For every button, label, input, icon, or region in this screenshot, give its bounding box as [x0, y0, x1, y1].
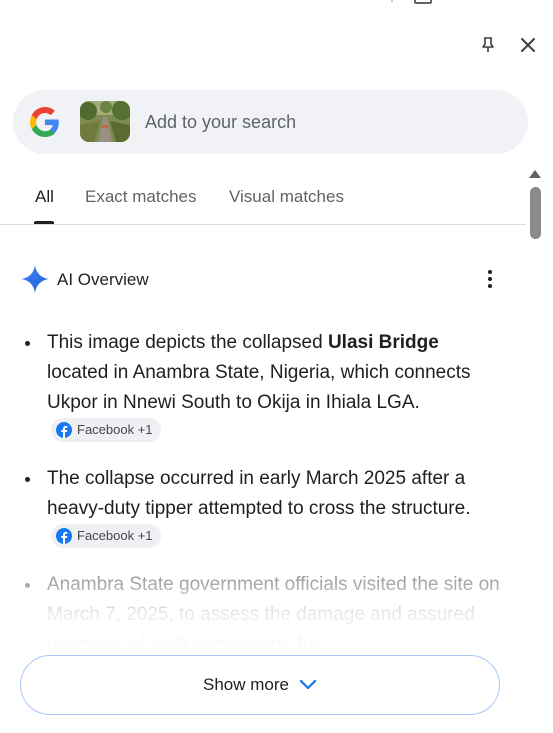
scroll-up-arrow-icon[interactable] — [529, 170, 541, 178]
ai-overview-title: AI Overview — [57, 270, 149, 289]
pin-icon — [482, 37, 494, 52]
tab-all[interactable]: All — [35, 186, 54, 208]
search-bar[interactable]: Add to your search — [13, 90, 528, 154]
toolbar-mark-icon — [391, 0, 393, 2]
bullet-text-post: located in Anambra State, Nigeria, which… — [47, 362, 471, 413]
google-g-icon — [30, 107, 59, 137]
search-input[interactable]: Add to your search — [145, 111, 296, 133]
more-vert-icon — [488, 270, 492, 274]
bullet-text: The collapse occurred in early March 202… — [47, 468, 471, 519]
more-vert-dot — [488, 284, 492, 288]
show-more-label: Show more — [203, 675, 289, 694]
source-chip-label: Facebook +1 — [77, 422, 153, 437]
list-item: Anambra State government officials visit… — [20, 570, 505, 658]
bullet-bold-text: Ulasi Bridge — [327, 332, 439, 353]
active-tab-indicator — [34, 221, 54, 224]
bullet-text-pre: This image depicts the collapsed — [47, 332, 328, 353]
toolbar-fragment — [385, 0, 435, 6]
window-icon — [414, 0, 432, 4]
scrollbar-thumb[interactable] — [530, 187, 541, 239]
close-icon — [521, 38, 535, 52]
chevron-down-icon — [299, 679, 317, 690]
source-chip[interactable]: Facebook +1 — [51, 524, 161, 548]
facebook-icon — [56, 422, 72, 438]
results-tabs: All Exact matches Visual matches — [0, 186, 526, 225]
source-chip-label: Facebook +1 — [77, 528, 153, 543]
list-item: This image depicts the collapsed Ulasi B… — [20, 328, 505, 450]
list-item: The collapse occurred in early March 202… — [20, 464, 505, 556]
source-chip[interactable]: Facebook +1 — [51, 418, 161, 442]
ai-overview-content: This image depicts the collapsed Ulasi B… — [20, 328, 505, 658]
close-button[interactable] — [516, 33, 540, 57]
bridge-image-thumbnail[interactable] — [80, 101, 130, 142]
show-more-button[interactable]: Show more — [20, 655, 500, 715]
bullet-text: Anambra State government officials visit… — [47, 574, 500, 655]
tab-visual-matches[interactable]: Visual matches — [229, 186, 344, 208]
tab-exact-matches[interactable]: Exact matches — [85, 186, 197, 208]
thumbnail-image — [80, 101, 130, 142]
more-options-button[interactable] — [480, 267, 500, 291]
sparkle-icon — [21, 265, 49, 293]
ai-overview-header: AI Overview — [20, 264, 500, 294]
facebook-icon — [56, 528, 72, 544]
more-vert-dot — [488, 277, 492, 281]
pin-button[interactable] — [476, 33, 500, 57]
